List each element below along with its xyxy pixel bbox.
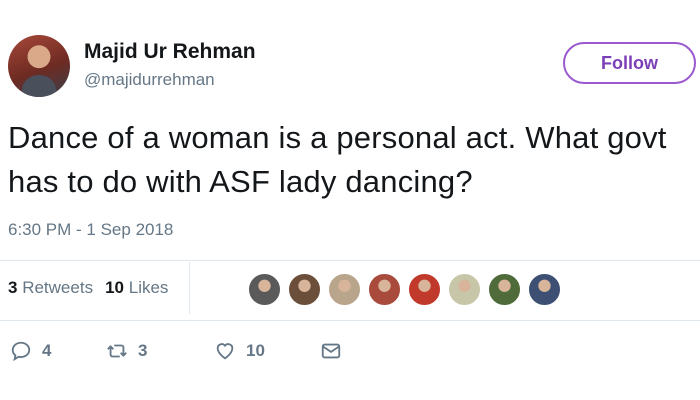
stats-divider [189,262,190,314]
user-handle[interactable]: @majidurrehman [84,70,215,90]
likes-stat[interactable]: 10 Likes [105,278,168,298]
retweet-icon [107,344,127,358]
envelope-icon [321,343,341,359]
liker-avatars [204,273,568,306]
faint-artifact [204,286,240,294]
liker-avatar[interactable] [368,273,401,306]
heart-icon [216,343,234,360]
liker-avatar[interactable] [528,273,561,306]
liker-avatar[interactable] [448,273,481,306]
reply-action[interactable]: 4 [10,340,106,362]
divider-bottom [0,320,700,321]
retweet-action[interactable]: 3 [106,340,214,362]
retweets-label: Retweets [22,278,94,297]
reply-icon [11,341,31,362]
likes-label: Likes [128,278,169,297]
liker-avatar[interactable] [328,273,361,306]
like-action[interactable]: 10 [214,340,320,362]
tweet-timestamp[interactable]: 6:30 PM - 1 Sep 2018 [8,220,173,240]
liker-avatar[interactable] [488,273,521,306]
like-count: 10 [246,341,265,360]
retweets-stat[interactable]: 3 Retweets [8,278,93,298]
retweet-count: 3 [138,341,148,360]
reply-count: 4 [42,341,52,360]
engagement-stats: 3 Retweets 10 Likes [8,278,168,298]
tweet-text: Dance of a woman is a personal act. What… [8,120,667,199]
retweets-count: 3 [8,278,18,297]
direct-message-action[interactable] [320,340,342,362]
liker-avatar[interactable] [288,273,321,306]
tweet-actions: 4 3 10 [10,340,342,362]
user-display-name[interactable]: Majid Ur Rehman [84,40,256,64]
follow-button[interactable]: Follow [563,42,696,84]
liker-avatar[interactable] [408,273,441,306]
likes-count: 10 [105,278,124,297]
divider-top [0,260,700,261]
liker-avatar[interactable] [248,273,281,306]
profile-avatar[interactable] [8,35,70,97]
